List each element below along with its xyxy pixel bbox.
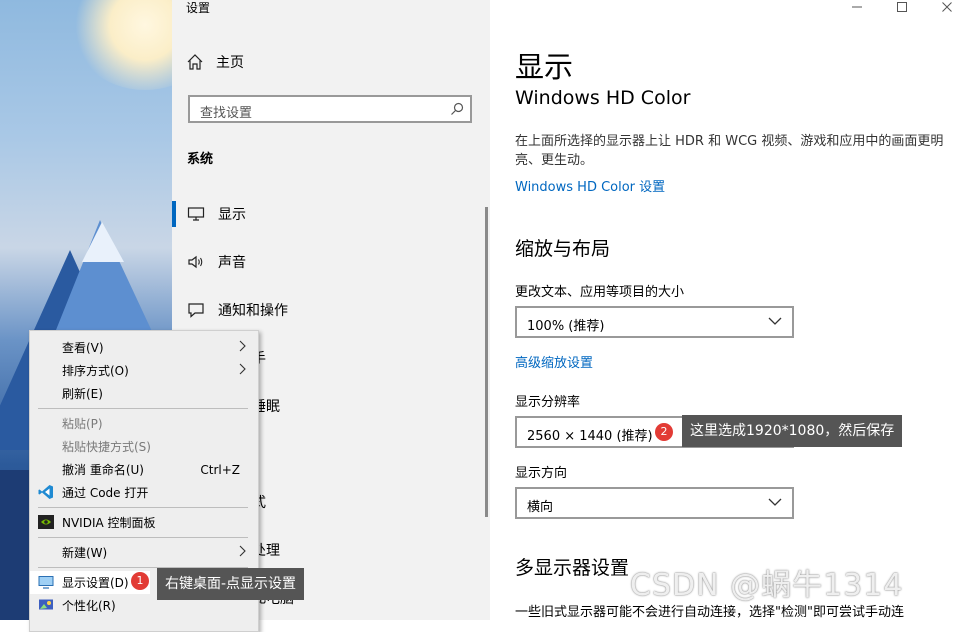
menu-item-new[interactable]: 新建(W): [30, 541, 258, 564]
menu-item-paste[interactable]: 粘贴(P): [30, 412, 258, 435]
nav-item-notifications[interactable]: 通知和操作: [172, 290, 490, 330]
close-icon: [942, 2, 952, 12]
menu-separator: [38, 537, 248, 538]
menu-separator: [38, 408, 248, 409]
hd-color-settings-link[interactable]: Windows HD Color 设置: [515, 176, 665, 195]
menu-item-label: 查看(V): [62, 341, 104, 355]
personalize-icon: [39, 599, 53, 610]
menu-item-label: NVIDIA 控制面板: [62, 516, 156, 530]
advanced-scaling-link[interactable]: 高级缩放设置: [515, 352, 593, 371]
nav-scrollbar[interactable]: [485, 207, 488, 517]
menu-item-label: 粘贴(P): [62, 417, 103, 431]
menu-item-label: 刷新(E): [62, 387, 103, 401]
step-2-badge: 2: [655, 423, 673, 441]
menu-item-label: 撤消 重命名(U): [62, 463, 144, 477]
nav-item-label: 通知和操作: [218, 303, 288, 319]
chevron-down-icon: [768, 317, 782, 325]
nav-home[interactable]: 主页: [186, 52, 244, 72]
chevron-right-icon: [239, 545, 246, 557]
nav-group-title: 系统: [187, 152, 214, 167]
hd-color-heading: Windows HD Color: [515, 87, 691, 109]
scale-value: 100% (推荐): [527, 319, 605, 334]
nav-item-label: 声音: [218, 255, 246, 271]
scale-label: 更改文本、应用等项目的大小: [515, 285, 685, 300]
maximize-button[interactable]: [887, 0, 917, 14]
scale-layout-heading: 缩放与布局: [515, 238, 611, 260]
menu-item-paste-shortcut[interactable]: 粘贴快捷方式(S): [30, 435, 258, 458]
csdn-watermark: CSDN @蜗牛1314: [630, 568, 904, 603]
display-settings-content: 显示 Windows HD Color 在上面所选择的显示器上让 HDR 和 W…: [490, 0, 962, 620]
minimize-button[interactable]: [842, 0, 872, 14]
menu-item-shortcut: Ctrl+Z: [200, 462, 240, 477]
orientation-value: 横向: [527, 500, 554, 515]
resolution-value: 2560 × 1440 (推荐): [527, 429, 653, 444]
nav-item-label: 显示: [218, 207, 246, 223]
scale-dropdown[interactable]: 100% (推荐): [515, 306, 794, 338]
monitor-icon: [186, 204, 206, 224]
orientation-label: 显示方向: [515, 466, 568, 481]
maximize-icon: [897, 2, 907, 12]
chevron-down-icon: [768, 498, 782, 506]
wallpaper-sun: [70, 0, 172, 90]
menu-item-sort[interactable]: 排序方式(O): [30, 359, 258, 382]
hd-color-description: 在上面所选择的显示器上让 HDR 和 WCG 视频、游戏和应用中的画面更明亮、更…: [515, 134, 944, 168]
menu-item-label: 显示设置(D): [62, 576, 129, 590]
nav-home-label: 主页: [216, 55, 244, 71]
display-settings-icon: [38, 576, 54, 589]
vscode-icon: [38, 485, 53, 499]
orientation-dropdown[interactable]: 横向: [515, 487, 794, 519]
menu-item-undo-rename[interactable]: 撤消 重命名(U) Ctrl+Z: [30, 458, 258, 481]
menu-item-label: 排序方式(O): [62, 364, 129, 378]
chevron-right-icon: [239, 340, 246, 352]
step-1-callout: 右键桌面-点显示设置: [157, 568, 305, 600]
menu-item-label: 个性化(R): [62, 599, 116, 613]
settings-search-input[interactable]: 查找设置: [188, 95, 472, 123]
search-placeholder: 查找设置: [200, 106, 253, 121]
menu-item-nvidia[interactable]: NVIDIA 控制面板: [30, 511, 258, 534]
nvidia-icon: [38, 515, 54, 529]
chevron-right-icon: [239, 363, 246, 375]
menu-item-open-with-code[interactable]: 通过 Code 打开: [30, 481, 258, 504]
notification-icon: [186, 300, 206, 320]
menu-item-refresh[interactable]: 刷新(E): [30, 382, 258, 405]
nav-item-display[interactable]: 显示: [172, 194, 490, 234]
resolution-label: 显示分辨率: [515, 395, 581, 410]
search-icon: [451, 102, 464, 115]
page-title: 显示: [515, 50, 574, 84]
minimize-icon: [852, 6, 862, 8]
nav-item-sound[interactable]: 声音: [172, 242, 490, 282]
step-2-callout: 这里选成1920*1080，然后保存: [682, 415, 903, 447]
window-title: 设置: [186, 1, 211, 15]
menu-item-label: 通过 Code 打开: [62, 486, 149, 500]
menu-item-view[interactable]: 查看(V): [30, 336, 258, 359]
multi-display-heading: 多显示器设置: [515, 557, 630, 579]
close-button[interactable]: [932, 0, 962, 14]
menu-item-label: 新建(W): [62, 546, 108, 560]
speaker-icon: [186, 252, 206, 272]
home-icon: [187, 54, 203, 70]
step-1-badge: 1: [131, 572, 149, 590]
wallpaper-snowcap: [82, 222, 124, 262]
menu-item-label: 粘贴快捷方式(S): [62, 440, 151, 454]
menu-separator: [38, 507, 248, 508]
